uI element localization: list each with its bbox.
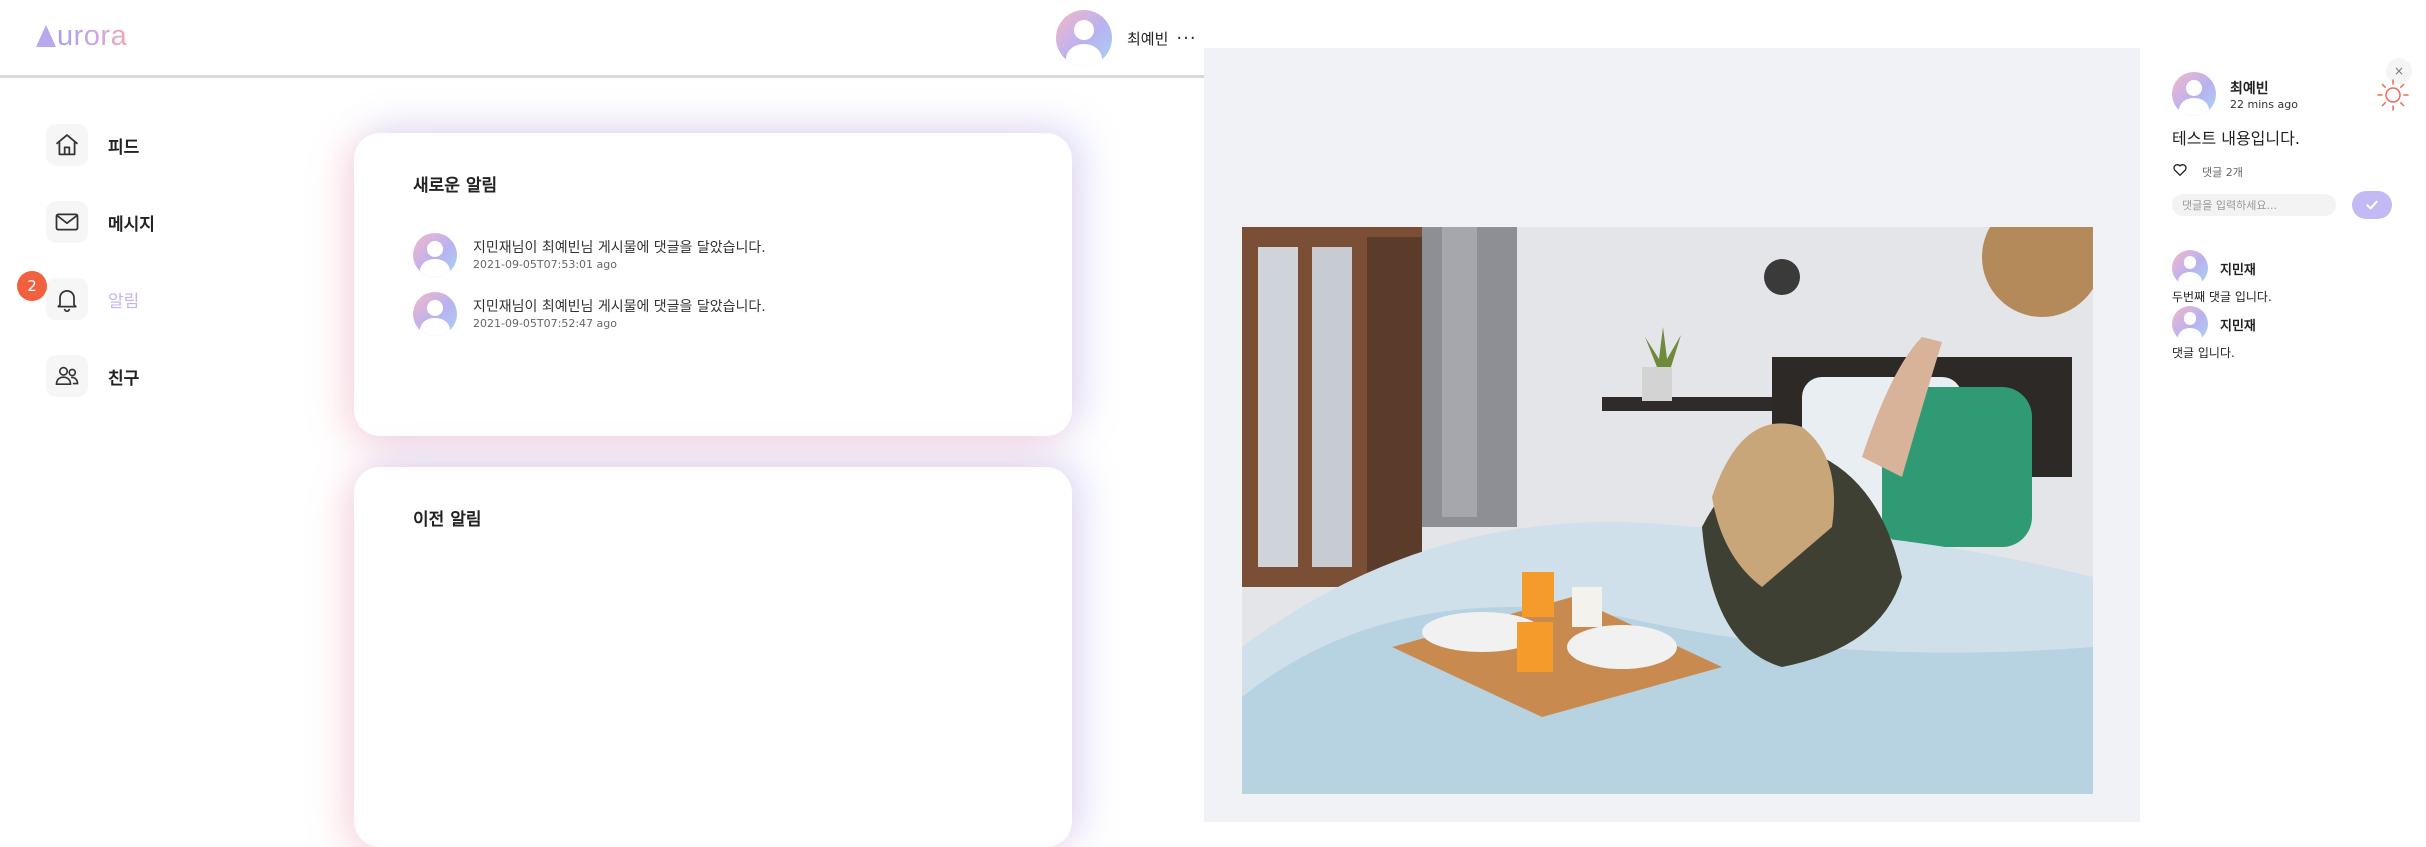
notification-item[interactable]: 지민재님이 최예빈님 게시물에 댓글을 달았습니다. 2021-09-05T07…	[413, 292, 766, 336]
sidebar-item-messages[interactable]: 메시지	[46, 201, 155, 243]
friends-icon	[46, 355, 88, 397]
notification-time: 2021-09-05T07:52:47 ago	[473, 316, 617, 330]
aurora-logo[interactable]: urora	[36, 20, 127, 53]
sidebar-item-notifications[interactable]: 2 알림	[17, 271, 140, 320]
post-time: 22 mins ago	[2230, 97, 2298, 111]
avatar	[413, 292, 457, 336]
new-notifications-card: 새로운 알림 지민재님이 최예빈님 게시물에 댓글을 달았습니다. 2021-0…	[354, 133, 1072, 436]
sidebar-item-label: 알림	[108, 291, 140, 312]
avatar[interactable]	[2172, 250, 2208, 286]
avatar[interactable]	[1056, 10, 1112, 66]
sun-icon[interactable]	[2376, 78, 2410, 112]
comment-item: 지민재 두번째 댓글 입니다.	[2172, 250, 2272, 305]
top-header: urora 최예빈 ···	[0, 0, 1204, 78]
notification-count-badge: 2	[17, 271, 47, 301]
sidebar-item-label: 친구	[108, 368, 140, 389]
post-detail-panel: × 최예빈 22 mins ago 테스트 내용입니다. 댓글 2개 댓글을 입…	[2140, 48, 2426, 822]
header-user-menu[interactable]: 최예빈 ···	[1056, 10, 1197, 66]
comment-author[interactable]: 지민재	[2220, 315, 2256, 334]
new-notifications-title: 새로운 알림	[413, 176, 498, 196]
notification-time: 2021-09-05T07:53:01 ago	[473, 257, 617, 271]
notification-message: 지민재님이 최예빈님 게시물에 댓글을 달았습니다.	[473, 239, 766, 256]
previous-notifications-title: 이전 알림	[413, 510, 482, 530]
header-user-name: 최예빈	[1127, 29, 1169, 48]
post-actions-row: 댓글 2개	[2172, 162, 2243, 182]
submit-comment-button[interactable]	[2352, 191, 2392, 219]
logo-triangle-icon	[36, 25, 56, 47]
comment-item: 지민재 댓글 입니다.	[2172, 306, 2256, 361]
avatar	[413, 233, 457, 277]
avatar	[2172, 72, 2216, 116]
check-icon	[2366, 200, 2378, 210]
sidebar-item-feed[interactable]: 피드	[46, 124, 139, 166]
comment-input[interactable]	[2172, 194, 2336, 216]
post-content: 테스트 내용입니다.	[2172, 129, 2300, 148]
bell-icon	[46, 278, 88, 320]
post-detail-modal: × 최예빈 22 mins ago 테스트 내용입니다. 댓글 2개 댓글을 입…	[1204, 48, 2426, 822]
post-author-name: 최예빈	[2230, 80, 2269, 97]
comment-author[interactable]: 지민재	[2220, 259, 2256, 278]
previous-notifications-card: 이전 알림	[354, 467, 1072, 847]
heart-icon[interactable]	[2172, 162, 2188, 182]
avatar[interactable]	[2172, 306, 2208, 342]
comment-text: 두번째 댓글 입니다.	[2172, 290, 2272, 304]
sidebar-item-label: 메시지	[108, 214, 155, 235]
notification-item[interactable]: 지민재님이 최예빈님 게시물에 댓글을 달았습니다. 2021-09-05T07…	[413, 233, 766, 277]
comment-text: 댓글 입니다.	[2172, 346, 2235, 360]
comment-count: 댓글 2개	[2202, 166, 2243, 179]
home-icon	[46, 124, 88, 166]
more-options-icon[interactable]: ···	[1176, 28, 1196, 49]
sidebar-item-friends[interactable]: 친구	[46, 355, 139, 397]
post-author[interactable]: 최예빈 22 mins ago	[2172, 72, 2298, 116]
mail-icon	[46, 201, 88, 243]
sidebar-item-label: 피드	[108, 137, 140, 158]
post-image[interactable]	[1242, 227, 2093, 794]
notification-message: 지민재님이 최예빈님 게시물에 댓글을 달았습니다.	[473, 298, 766, 315]
